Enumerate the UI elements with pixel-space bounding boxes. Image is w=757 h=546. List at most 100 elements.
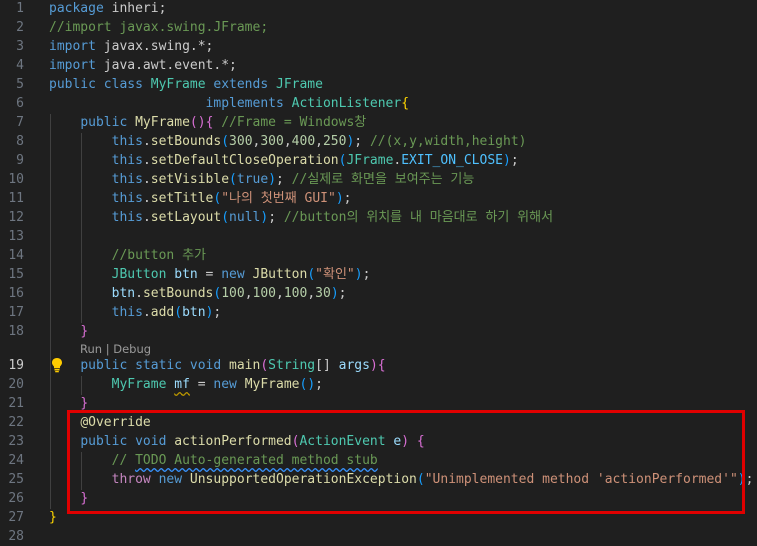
code-token: mf: [174, 377, 190, 392]
code-token: ): [335, 191, 344, 206]
code-token: //실제로 화면을 보여주는 기능: [291, 172, 475, 187]
code-token: "나의 첫번째 GUI": [221, 191, 336, 206]
code-token: ;: [276, 172, 292, 187]
line-number: 2: [16, 20, 24, 35]
code-token: JFrame: [346, 153, 394, 168]
code-token: .: [135, 286, 143, 301]
code-token: (: [260, 358, 269, 373]
code-token: null: [229, 210, 261, 225]
code-token: setBounds: [142, 286, 214, 301]
code-line[interactable]: package inheri;: [49, 0, 166, 18]
code-line[interactable]: public MyFrame(){ //Frame = Windows창: [49, 113, 366, 132]
code-token: extends: [213, 77, 276, 92]
code-token: (: [174, 305, 183, 320]
code-token: setLayout: [150, 210, 222, 225]
code-token: MyFrame: [244, 377, 300, 392]
code-line[interactable]: JButton btn = new JButton("확인");: [49, 265, 371, 284]
code-line[interactable]: }: [49, 508, 57, 527]
code-token: MyFrame: [150, 77, 214, 92]
code-token: setVisible: [150, 172, 230, 187]
line-number: 13: [8, 229, 24, 244]
code-token: args: [338, 358, 370, 373]
code-token: (): [189, 115, 206, 130]
code-line[interactable]: this.setBounds(300,300,400,250); //(x,y,…: [49, 132, 527, 151]
code-line[interactable]: this.setVisible(true); //실제로 화면을 보여주는 기능: [49, 170, 475, 189]
line-number: 6: [16, 96, 24, 111]
line-number: 27: [8, 510, 24, 525]
line-number: 28: [8, 529, 24, 544]
code-token: ,: [283, 134, 292, 149]
line-number: 11: [8, 191, 24, 206]
codelens-debug-link[interactable]: Debug: [113, 342, 151, 356]
code-token: //(x,y,width,height): [369, 134, 527, 149]
code-line[interactable]: }: [49, 322, 88, 341]
code-token: javax.swing.*;: [103, 39, 214, 54]
code-token: new: [213, 377, 245, 392]
code-token: 300: [260, 134, 284, 149]
code-token: (: [229, 172, 237, 187]
code-token: 100: [283, 286, 308, 301]
code-token: ActionListener: [291, 96, 402, 111]
line-number: 21: [8, 396, 24, 411]
code-token: true: [236, 172, 269, 187]
code-editor[interactable]: 1 2 3 4 5 6 7 8 9 10 11 12 13 14 15 16 17 18 19 20 21 22 23 24 2…: [0, 0, 757, 544]
code-line[interactable]: import javax.swing.*;: [49, 37, 213, 56]
code-line[interactable]: this.setDefaultCloseOperation(JFrame.EXI…: [49, 151, 519, 170]
code-token: setDefaultCloseOperation: [150, 153, 339, 168]
code-token: }: [49, 510, 57, 525]
code-token: {: [205, 115, 222, 130]
code-token: ;: [510, 153, 519, 168]
code-token: import: [49, 39, 104, 54]
code-line[interactable]: this.add(btn);: [49, 303, 222, 322]
code-token: ,: [276, 286, 284, 301]
code-line[interactable]: public class MyFrame extends JFrame: [49, 75, 323, 94]
code-token: String: [268, 358, 316, 373]
code-token: ;: [343, 191, 352, 206]
code-line[interactable]: this.setLayout(null); //button의 위치를 내 마음…: [49, 208, 553, 227]
line-number: 9: [16, 153, 24, 168]
code-line[interactable]: //button 추가: [49, 246, 206, 265]
code-line[interactable]: import java.awt.event.*;: [49, 56, 237, 75]
code-token: .: [142, 172, 151, 187]
codelens-run-link[interactable]: Run: [80, 342, 102, 356]
codelens-run-debug: Run | Debug: [80, 341, 151, 357]
code-token: ): [260, 210, 269, 225]
code-line[interactable]: btn.setBounds(100,100,100,30);: [49, 284, 347, 303]
code-token: btn: [111, 286, 136, 301]
line-number: 10: [8, 172, 24, 187]
code-line[interactable]: public static void main(String[] args){: [49, 356, 385, 375]
code-token: //import javax.swing.JFrame;: [49, 20, 269, 35]
code-token: ;: [213, 305, 222, 320]
line-number: 8: [16, 134, 24, 149]
code-line[interactable]: this.setTitle("나의 첫번째 GUI");: [49, 189, 352, 208]
line-number: 20: [8, 377, 24, 392]
code-line[interactable]: //import javax.swing.JFrame;: [49, 18, 268, 37]
code-line[interactable]: implements ActionListener{: [49, 94, 410, 113]
line-number: 5: [16, 77, 24, 92]
code-token: =: [189, 377, 214, 392]
code-token: .: [142, 134, 151, 149]
code-token: btn: [182, 305, 206, 320]
code-token: package: [49, 1, 112, 16]
line-number: 3: [16, 39, 24, 54]
code-token: 30: [315, 286, 331, 301]
line-number: 14: [8, 248, 24, 263]
code-token: "확인": [315, 267, 355, 282]
line-number: 26: [8, 491, 24, 506]
code-token: //button 추가: [111, 248, 206, 263]
code-line[interactable]: MyFrame mf = new MyFrame();: [49, 375, 323, 394]
lightbulb-icon[interactable]: [50, 357, 64, 373]
code-token: 400: [291, 134, 316, 149]
code-token: .: [142, 305, 151, 320]
code-token: 100: [221, 286, 245, 301]
line-number: 17: [8, 305, 24, 320]
code-token: this: [111, 172, 143, 187]
